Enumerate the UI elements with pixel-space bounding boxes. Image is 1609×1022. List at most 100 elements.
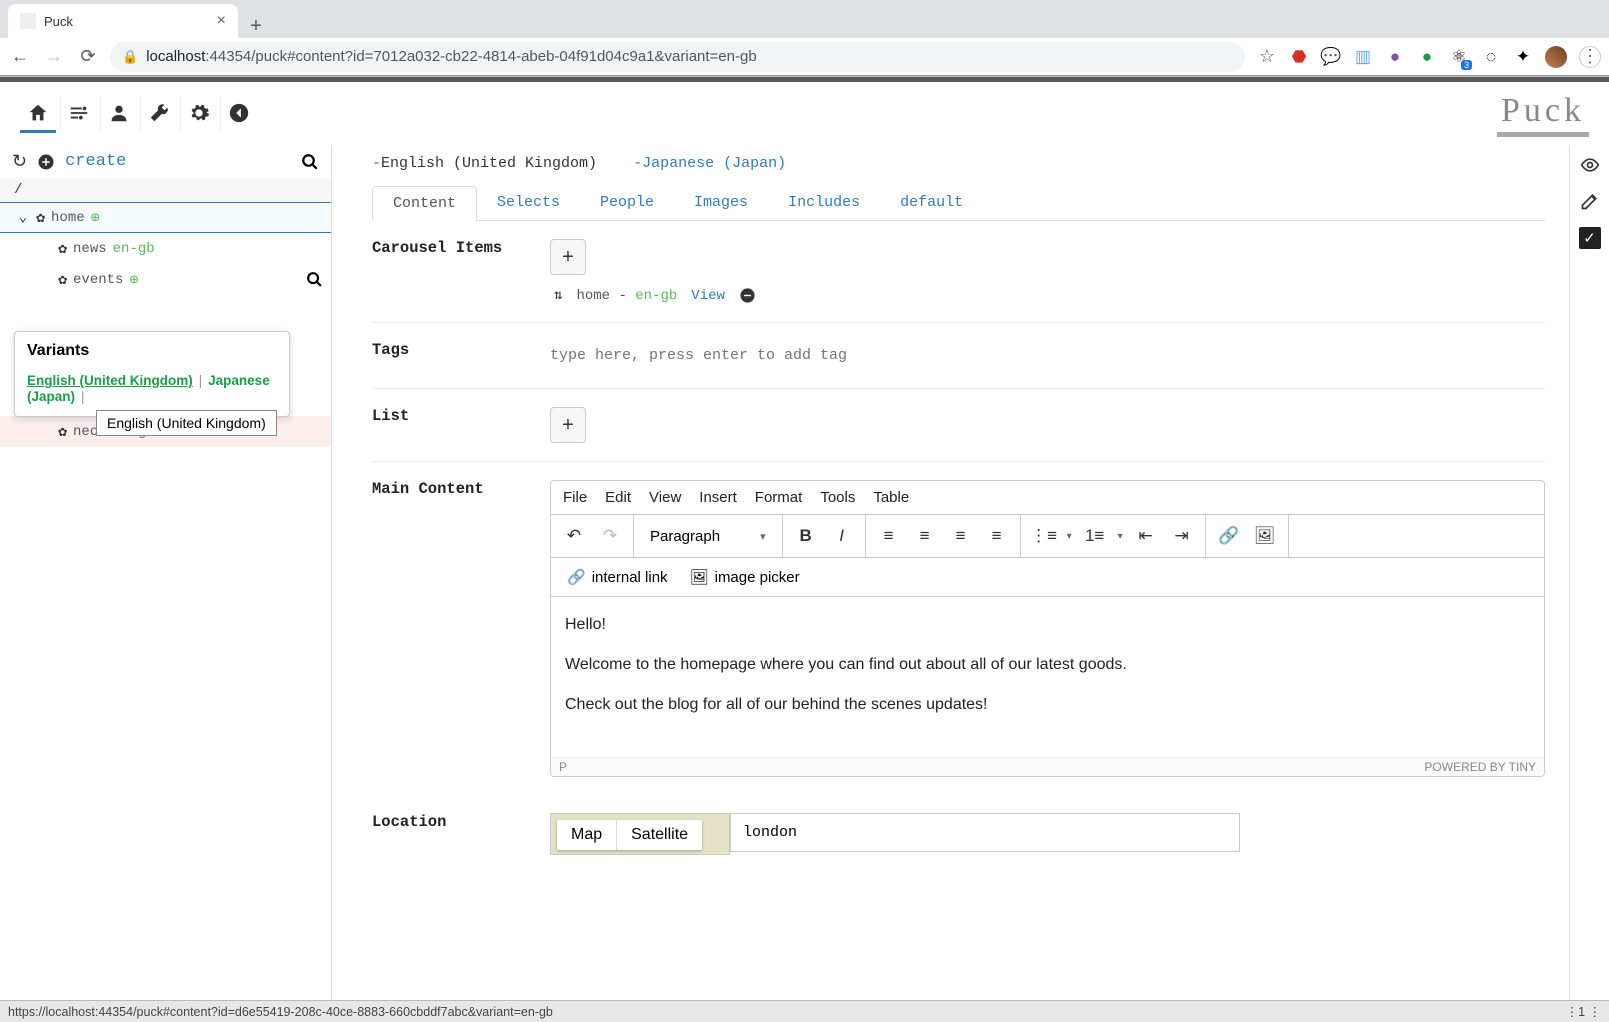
wrench-icon[interactable] xyxy=(140,97,176,133)
view-link[interactable]: View xyxy=(691,288,725,304)
status-url: https://localhost:44354/puck#content?id=… xyxy=(8,1005,553,1019)
numbered-list-icon[interactable]: 1≡ xyxy=(1078,519,1112,553)
gear-icon[interactable] xyxy=(180,97,216,133)
search-icon[interactable] xyxy=(301,153,319,171)
bold-icon[interactable]: B xyxy=(789,519,823,553)
browser-tab[interactable]: Puck × xyxy=(8,4,238,38)
menu-edit[interactable]: Edit xyxy=(605,489,631,506)
italic-icon[interactable]: I xyxy=(825,519,859,553)
profile-avatar[interactable] xyxy=(1545,46,1567,68)
add-list-button[interactable]: + xyxy=(550,407,586,443)
search-icon[interactable] xyxy=(306,271,323,288)
menu-insert[interactable]: Insert xyxy=(699,489,737,506)
ext-icon-dot[interactable]: ● xyxy=(1417,47,1437,67)
label: image picker xyxy=(715,569,800,586)
ext-icon-panel[interactable]: ▥ xyxy=(1353,47,1373,67)
divider: | xyxy=(81,388,85,404)
tags-input[interactable] xyxy=(550,341,1545,370)
menu-tools[interactable]: Tools xyxy=(820,489,855,506)
tab-includes[interactable]: Includes xyxy=(768,186,880,220)
browser-chrome: Puck × + ← → ⟳ 🔒 localhost:44354/puck#co… xyxy=(0,0,1609,77)
back-circle-icon[interactable] xyxy=(220,97,256,133)
editor-content[interactable]: Hello! Welcome to the homepage where you… xyxy=(551,597,1544,757)
extension-icons: ⬣ 💬 ▥ ● ● ⚛ ◌ ✦ ⋮ xyxy=(1289,46,1601,68)
image-icon[interactable]: 🖼 xyxy=(1248,519,1282,553)
map-type-satellite[interactable]: Satellite xyxy=(616,820,702,850)
remove-icon[interactable] xyxy=(739,287,756,304)
ext-icon-circle[interactable]: ● xyxy=(1385,47,1405,67)
chevron-down-icon[interactable]: ⌄ xyxy=(16,209,30,226)
home-icon[interactable] xyxy=(20,97,56,133)
align-justify-icon[interactable]: ≡ xyxy=(980,519,1014,553)
align-center-icon[interactable]: ≡ xyxy=(908,519,942,553)
undo-icon[interactable]: ↶ xyxy=(557,519,591,553)
menu-file[interactable]: File xyxy=(563,489,587,506)
tab-default[interactable]: default xyxy=(880,186,983,220)
align-left-icon[interactable]: ≡ xyxy=(872,519,906,553)
block-format-select[interactable]: Paragraph ▾ xyxy=(640,528,776,545)
globe-icon: ⊕ xyxy=(129,270,138,289)
create-link[interactable]: create xyxy=(65,152,126,171)
menu-format[interactable]: Format xyxy=(755,489,803,506)
tab-selects[interactable]: Selects xyxy=(477,186,580,220)
gear-icon[interactable]: ✿ xyxy=(36,208,45,227)
outdent-icon[interactable]: ⇤ xyxy=(1129,519,1163,553)
ext-icon-clock[interactable]: ◌ xyxy=(1481,47,1501,67)
user-icon[interactable] xyxy=(100,97,136,133)
ext-icon-ublock[interactable]: ⬣ xyxy=(1289,47,1309,67)
reload-button[interactable]: ⟳ xyxy=(76,46,100,67)
tab-content[interactable]: Content xyxy=(372,186,477,221)
map-preview[interactable]: Map Satellite xyxy=(550,813,730,855)
refresh-icon[interactable]: ↻ xyxy=(12,151,27,172)
gear-icon[interactable]: ✿ xyxy=(58,270,67,289)
variant-other-link[interactable]: Japanese (Japan) xyxy=(642,155,786,172)
carousel-item: ⇅ home - en-gb View xyxy=(550,287,1545,304)
map-type-control: Map Satellite xyxy=(557,820,702,850)
indent-icon[interactable]: ⇥ xyxy=(1165,519,1199,553)
node-label: news xyxy=(73,241,107,257)
internal-link-button[interactable]: 🔗 internal link xyxy=(559,564,676,590)
menu-table[interactable]: Table xyxy=(873,489,909,506)
chevron-down-icon: ▾ xyxy=(760,530,766,543)
browser-menu-icon[interactable]: ⋮ xyxy=(1579,46,1601,68)
bullet-list-icon[interactable]: ⋮≡ xyxy=(1027,519,1061,553)
add-carousel-button[interactable]: + xyxy=(550,239,586,275)
sort-handle-icon[interactable]: ⇅ xyxy=(554,287,562,304)
star-icon[interactable]: ☆ xyxy=(1255,46,1279,67)
chevron-down-icon[interactable]: ▾ xyxy=(1114,531,1127,542)
back-button[interactable]: ← xyxy=(8,46,32,67)
chevron-down-icon[interactable]: ▾ xyxy=(1063,531,1076,542)
map-type-map[interactable]: Map xyxy=(557,820,616,850)
new-tab-button[interactable]: + xyxy=(238,15,266,38)
menu-view[interactable]: View xyxy=(649,489,681,506)
tree-node-home[interactable]: ⌄ ✿ home ⊕ xyxy=(0,202,331,233)
close-tab-icon[interactable]: × xyxy=(217,12,226,30)
location-input[interactable] xyxy=(730,813,1240,852)
variant-link-en[interactable]: English (United Kingdom) xyxy=(27,373,193,388)
ext-icon-chat[interactable]: 💬 xyxy=(1321,47,1341,67)
tab-people[interactable]: People xyxy=(580,186,674,220)
tab-strip: Puck × + xyxy=(0,0,1609,38)
field-label: Carousel Items xyxy=(372,239,550,304)
image-picker-button[interactable]: 🖼 image picker xyxy=(682,564,808,590)
align-right-icon[interactable]: ≡ xyxy=(944,519,978,553)
dash: - xyxy=(610,288,635,304)
edit-icon[interactable] xyxy=(1580,191,1600,211)
tab-images[interactable]: Images xyxy=(674,186,768,220)
tree-node-news[interactable]: ✿ news en-gb xyxy=(0,233,331,264)
gear-icon[interactable]: ✿ xyxy=(58,239,67,258)
extensions-icon[interactable]: ✦ xyxy=(1513,47,1533,67)
ext-icon-react[interactable]: ⚛ xyxy=(1449,47,1469,67)
tree-node-events[interactable]: ✿ events ⊕ xyxy=(0,264,331,295)
settings-sliders-icon[interactable] xyxy=(60,97,96,133)
forward-button[interactable]: → xyxy=(42,46,66,67)
field-carousel: Carousel Items + ⇅ home - en-gb View xyxy=(372,221,1545,323)
gear-icon[interactable]: ✿ xyxy=(58,422,67,441)
url-host: localhost xyxy=(146,48,205,65)
eye-icon[interactable] xyxy=(1580,155,1600,175)
url-input[interactable]: 🔒 localhost:44354/puck#content?id=7012a0… xyxy=(110,42,1245,72)
redo-icon[interactable]: ↷ xyxy=(593,519,627,553)
add-icon[interactable] xyxy=(37,153,55,171)
link-icon[interactable]: 🔗 xyxy=(1212,519,1246,553)
check-icon[interactable]: ✓ xyxy=(1579,227,1601,249)
